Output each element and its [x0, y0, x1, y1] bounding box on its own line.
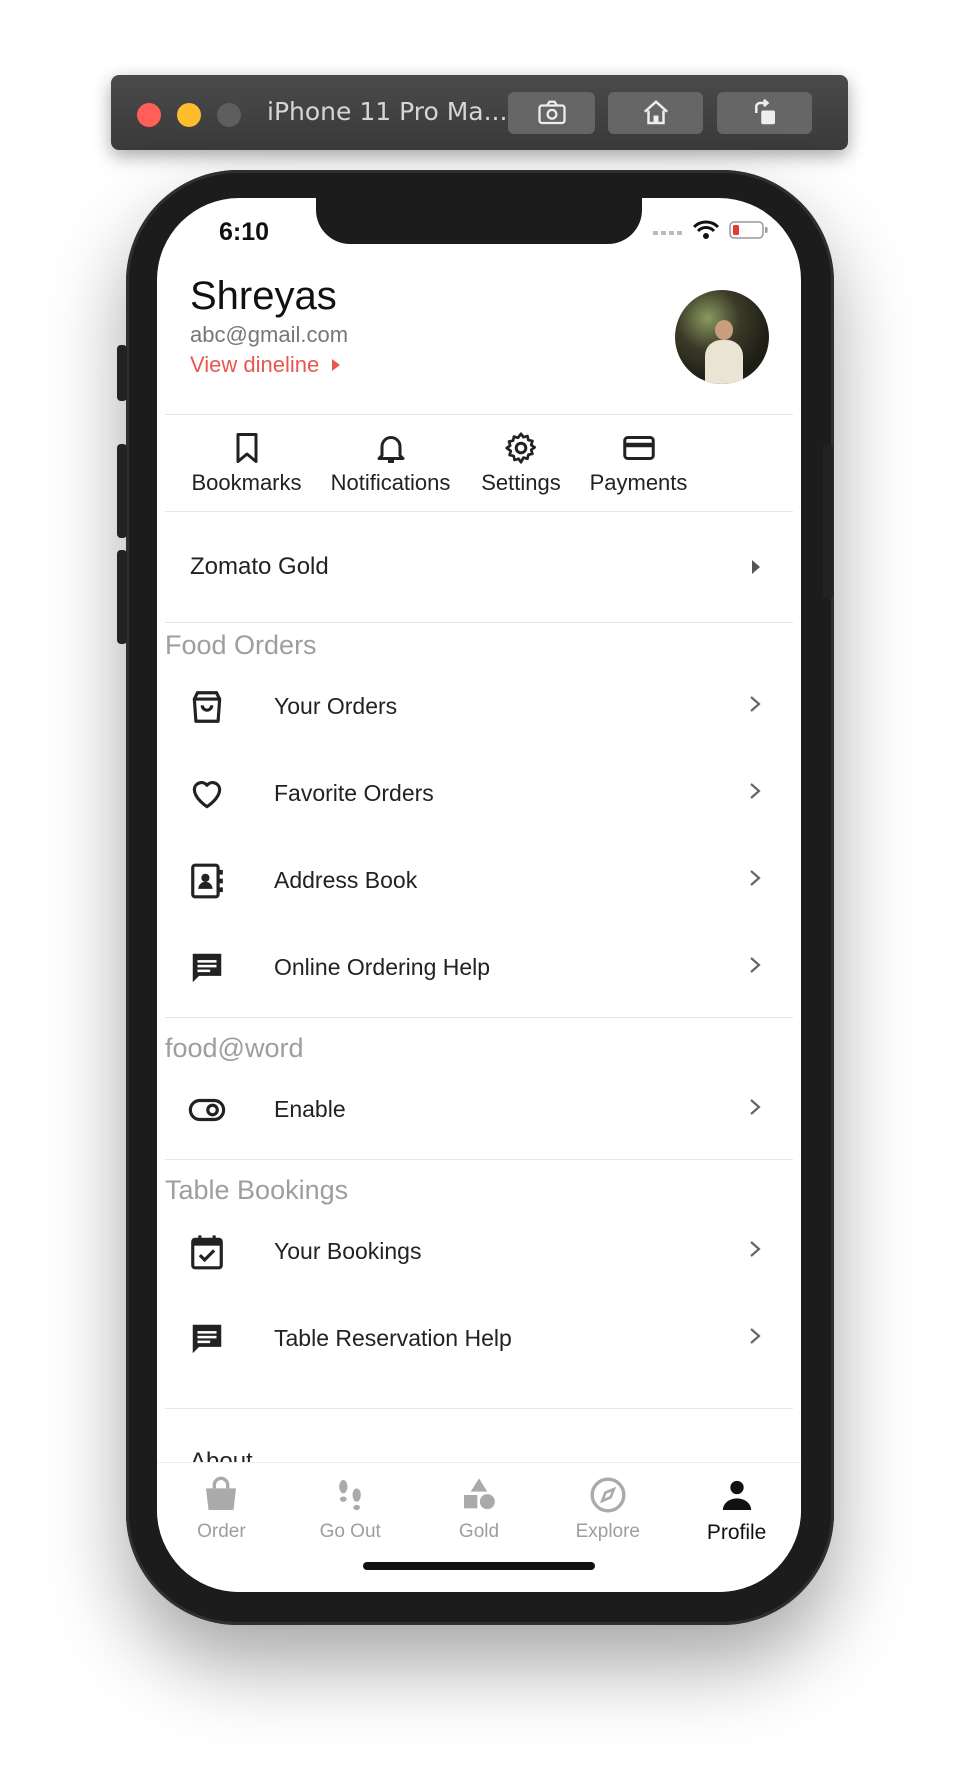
zoom-window-button[interactable]: [217, 103, 241, 127]
quick-action-label: Bookmarks: [191, 470, 302, 495]
user-email: abc@gmail.com: [190, 322, 349, 347]
row-label: Online Ordering Help: [274, 954, 491, 980]
quick-action-label: Notifications: [330, 470, 451, 495]
row-label: Your Orders: [274, 693, 398, 719]
row-label: Table Reservation Help: [274, 1325, 512, 1351]
zomato-gold-row[interactable]: Zomato Gold: [157, 512, 801, 622]
chevron-right-icon: [750, 1241, 761, 1257]
bottom-tab-bar: Order Go Out Gold Explore Profile: [157, 1462, 801, 1592]
chevron-right-icon: [750, 783, 761, 799]
section-title-table-bookings: Table Bookings: [165, 1175, 349, 1205]
calendar-check-icon: [191, 1234, 223, 1269]
footsteps-icon: [339, 1480, 362, 1511]
battery-low-icon: [729, 221, 768, 239]
contact-book-icon: [191, 863, 223, 898]
minimize-window-button[interactable]: [177, 103, 201, 127]
compass-icon: [590, 1477, 626, 1513]
quick-action-notifications[interactable]: Notifications: [328, 430, 453, 496]
enable-row[interactable]: Enable: [157, 1066, 801, 1153]
table-reservation-help-row[interactable]: Table Reservation Help: [157, 1295, 801, 1382]
simulator-toolbar: iPhone 11 Pro Ma...: [111, 75, 848, 150]
bell-icon: [377, 436, 404, 463]
row-label: Address Book: [274, 867, 418, 893]
quick-action-label: Payments: [589, 470, 688, 495]
profile-content: Shreyas abc@gmail.com View dineline Book…: [157, 266, 801, 1409]
bookmark-icon: [236, 433, 257, 463]
quick-actions: Bookmarks Notifications Settings Payment…: [157, 415, 801, 511]
home-button[interactable]: [608, 92, 703, 134]
quick-action-payments[interactable]: Payments: [589, 430, 688, 496]
profile-header: Shreyas abc@gmail.com View dineline: [157, 266, 801, 414]
heart-icon: [192, 780, 222, 808]
avatar-body: [705, 340, 743, 384]
notch: [316, 198, 642, 244]
tab-explore[interactable]: Explore: [543, 1463, 672, 1592]
person-icon: [722, 1480, 751, 1510]
favorite-orders-row[interactable]: Favorite Orders: [157, 750, 801, 837]
shapes-icon: [463, 1478, 495, 1510]
home-indicator: [363, 1562, 595, 1570]
row-label: Favorite Orders: [274, 780, 434, 806]
power-button: [823, 444, 833, 599]
bag-icon: [206, 1476, 237, 1510]
status-time: 6:10: [219, 218, 270, 246]
chevron-right-icon: [750, 1328, 761, 1344]
caret-right-icon: [332, 359, 341, 371]
volume-down-button: [117, 550, 127, 644]
view-dineline-label: View dineline: [190, 352, 320, 377]
tab-label: Profile: [706, 1521, 767, 1544]
simulator-title: iPhone 11 Pro Ma...: [267, 97, 508, 126]
home-icon: [643, 100, 668, 125]
tab-profile[interactable]: Profile: [672, 1463, 801, 1592]
chat-icon: [192, 1324, 222, 1353]
tab-gold[interactable]: Gold: [415, 1463, 544, 1592]
mute-switch: [117, 345, 127, 401]
chevron-right-icon: [750, 957, 761, 973]
section-title-food-orders: Food Orders: [165, 630, 317, 660]
volume-up-button: [117, 444, 127, 538]
rotate-button[interactable]: [717, 92, 812, 134]
caret-right-icon: [752, 560, 760, 574]
chevron-right-icon: [750, 696, 761, 712]
section-title-foodaword: food@word: [165, 1033, 304, 1063]
screenshot-button[interactable]: [508, 92, 595, 134]
divider: [165, 1159, 793, 1160]
quick-action-bookmarks[interactable]: Bookmarks: [165, 430, 328, 496]
tab-label: Gold: [458, 1521, 500, 1542]
quick-action-label: Settings: [481, 470, 561, 495]
online-ordering-help-row[interactable]: Online Ordering Help: [157, 924, 801, 1011]
wifi-icon: [693, 220, 719, 239]
toggle-icon: [188, 1098, 226, 1121]
tab-label: Order: [197, 1521, 246, 1542]
phone-screen: 6:10 Shreyas abc@gmail.com View dineline: [157, 198, 801, 1592]
rotate-icon: [754, 98, 775, 125]
tab-go-out[interactable]: Go Out: [286, 1463, 415, 1592]
screenshot-icon: [537, 100, 566, 125]
chevron-right-icon: [750, 1099, 761, 1115]
close-window-button[interactable]: [137, 103, 161, 127]
divider: [165, 1408, 793, 1409]
tab-order[interactable]: Order: [157, 1463, 286, 1592]
chevron-right-icon: [750, 870, 761, 886]
divider: [165, 1017, 793, 1018]
tab-label: Explore: [575, 1521, 640, 1542]
avatar-head: [715, 320, 733, 340]
address-book-row[interactable]: Address Book: [157, 837, 801, 924]
view-dineline-link[interactable]: View dineline: [190, 352, 341, 378]
your-bookings-row[interactable]: Your Bookings: [157, 1208, 801, 1295]
quick-action-settings[interactable]: Settings: [453, 430, 589, 496]
row-label: Your Bookings: [274, 1238, 422, 1264]
shopping-bag-icon: [192, 690, 222, 723]
status-icons: [653, 220, 769, 240]
gear-icon: [505, 432, 536, 464]
avatar[interactable]: [675, 290, 769, 384]
credit-card-icon: [622, 436, 655, 460]
chat-icon: [192, 953, 222, 982]
your-orders-row[interactable]: Your Orders: [157, 663, 801, 750]
zomato-gold-label: Zomato Gold: [190, 553, 329, 580]
row-label: Enable: [274, 1096, 346, 1122]
tab-label: Go Out: [319, 1521, 381, 1542]
signal-icon: [653, 231, 682, 235]
user-name: Shreyas: [190, 274, 337, 318]
